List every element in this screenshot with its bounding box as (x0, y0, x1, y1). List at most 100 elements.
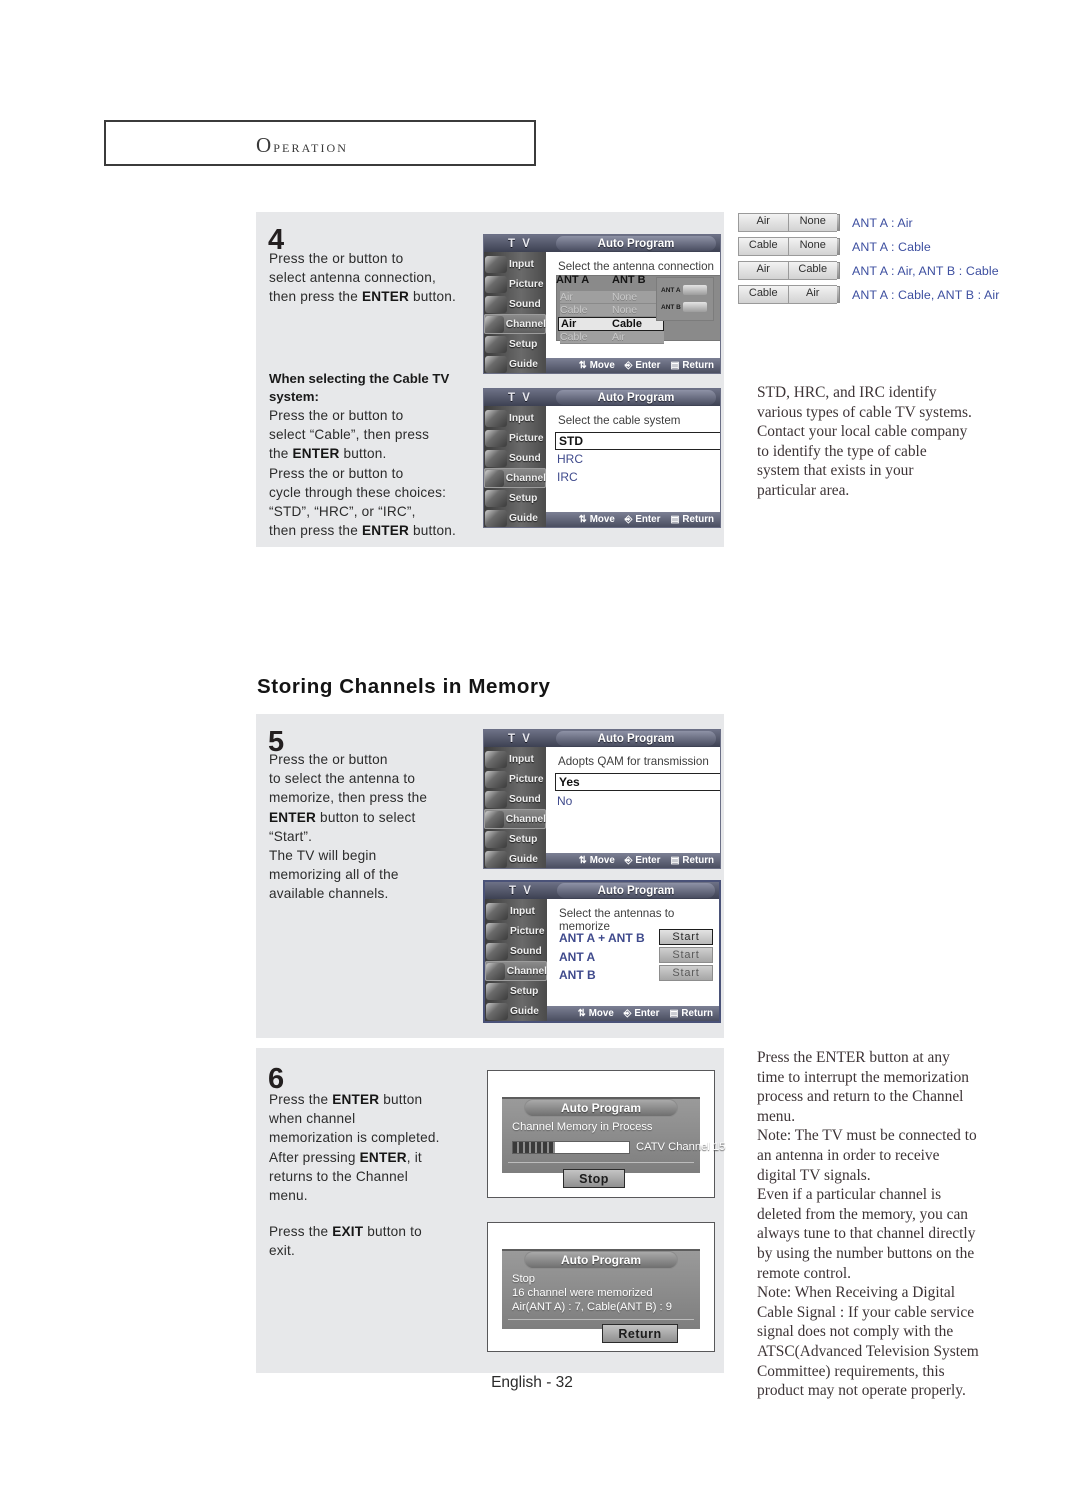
osd-menu-item-input[interactable]: Input (484, 254, 546, 274)
osd-menu-item-setup[interactable]: Setup (485, 981, 547, 1001)
picture-icon (485, 770, 507, 788)
antenna-option-row[interactable]: Cable Air (560, 331, 664, 344)
enter-key-icon: ⎆ (624, 360, 633, 371)
osd-menu-item-sound[interactable]: Sound (484, 448, 546, 468)
step-6-line-7c: button to (363, 1224, 422, 1239)
step-4-line-3a: then press the (269, 289, 362, 305)
step-4-cable-line-3c: button. (339, 446, 387, 462)
cable-option-std[interactable]: STD (555, 432, 720, 450)
row-ant-a-value: Cable (560, 331, 588, 343)
osd-content: Select the cable system STD HRC IRC ⇅ Mov… (546, 406, 720, 527)
stop-button[interactable]: Stop (563, 1169, 625, 1188)
osd-menu-item-channel[interactable]: Channel (485, 961, 547, 981)
chip-edge (837, 286, 840, 303)
osd-menu-item-picture[interactable]: Picture (484, 769, 546, 789)
osd-menu-item-setup[interactable]: Setup (484, 334, 546, 354)
osd-antenna-connection: T V Auto Program Input Picture Sound Cha… (483, 234, 721, 374)
osd-menu-item-picture[interactable]: Picture (485, 921, 547, 941)
osd-menu-label: Setup (510, 985, 539, 997)
enter-key-icon: ⎆ (624, 514, 633, 525)
step-4-subheading-line-2: system: (269, 389, 319, 404)
cable-option-irc[interactable]: IRC (557, 470, 578, 484)
thumb-label-ant-b: ANT B (661, 304, 681, 311)
step-4-line-1: Press the or button to (269, 251, 404, 266)
chip-edge (837, 262, 840, 279)
channel-icon (485, 810, 504, 828)
chip-ant-a: Air (739, 214, 789, 231)
antenna-option-row[interactable]: Cable None (560, 304, 664, 317)
dialog-progress-channel: CATV Channel 15 (636, 1141, 726, 1153)
chip-ant-a: Cable (739, 238, 789, 255)
step-6-line-2: when channel (269, 1111, 356, 1127)
input-icon (485, 255, 507, 273)
menu-key-icon: ▤ (670, 360, 680, 371)
dialog-divider (508, 1162, 694, 1163)
osd-footer: ⇅ Move ⎆ Enter ▤ Return (546, 358, 720, 373)
step-5-line-7: memorizing all of the (269, 867, 399, 883)
dialog-complete-line-1: Stop (512, 1273, 536, 1285)
osd-menu-item-guide[interactable]: Guide (484, 849, 546, 868)
osd-menu-item-input[interactable]: Input (485, 901, 547, 921)
step-4-subheading: When selecting the Cable TV system: (269, 370, 469, 406)
qam-option-yes[interactable]: Yes (555, 773, 720, 791)
step-6-text: Press the ENTER button when channel memo… (269, 1090, 474, 1205)
osd-menu-label: Sound (509, 452, 541, 464)
dialog-complete-frame: Auto Program Stop 16 channel were memori… (487, 1222, 715, 1352)
osd-menu-item-channel[interactable]: Channel (484, 468, 546, 488)
osd-menu-item-guide[interactable]: Guide (485, 1001, 547, 1021)
step-5-line-4b: button to select (316, 809, 416, 825)
column-header-ant-a: ANT A (556, 274, 590, 286)
antenna-chip: Cable None (738, 237, 837, 256)
osd-menu-item-sound[interactable]: Sound (484, 789, 546, 809)
osd-menu-item-channel[interactable]: Channel (484, 314, 546, 334)
sound-icon (485, 790, 507, 808)
sound-icon (485, 449, 507, 467)
step-4-cable-line-4: Press the or button to (269, 465, 404, 481)
chip-ant-b: None (799, 215, 826, 227)
osd-menu-label: Guide (510, 1005, 539, 1017)
note-antenna-required: Note: The TV must be connected to an ant… (757, 1127, 977, 1184)
osd-menu-item-channel[interactable]: Channel (484, 809, 546, 829)
row-ant-b-value: Air (612, 331, 625, 343)
osd-menu-item-sound[interactable]: Sound (485, 941, 547, 961)
chip-ant-b: Air (806, 287, 820, 299)
osd-tv-label: T V (508, 237, 532, 250)
osd-footer: ⇅ Move ⎆ Enter ▤ Return (547, 1006, 719, 1021)
qam-option-no[interactable]: No (557, 794, 572, 808)
osd-menu-item-setup[interactable]: Setup (484, 829, 546, 849)
osd-menu-label: Setup (509, 492, 538, 504)
antenna-option-row[interactable]: Air None (560, 291, 664, 304)
step-5-line-2: to select the antenna to (269, 771, 416, 787)
start-button-ant-b[interactable]: Start (659, 965, 713, 981)
row-ant-a-value: Air (560, 291, 573, 303)
step-4-cable-line-3a: the (269, 446, 293, 462)
antenna-option-row-selected[interactable]: Air Cable (558, 317, 664, 331)
osd-menu-item-picture[interactable]: Picture (484, 428, 546, 448)
osd-menu-item-sound[interactable]: Sound (484, 294, 546, 314)
start-button-ant-a[interactable]: Start (659, 947, 713, 963)
osd-prompt: Select the antenna connection (558, 260, 714, 273)
updown-arrow-icon: ⇅ (578, 514, 587, 525)
osd-menu-item-input[interactable]: Input (484, 408, 546, 428)
osd-menu-item-picture[interactable]: Picture (484, 274, 546, 294)
osd-menu-item-guide[interactable]: Guide (484, 508, 546, 527)
footer-enter: ⎆ Enter (623, 1008, 660, 1019)
memorize-label-ant-b: ANT B (559, 968, 596, 982)
menu-key-icon: ▤ (669, 1008, 679, 1019)
cable-option-hrc[interactable]: HRC (557, 452, 583, 466)
start-button-ant-a-plus-b[interactable]: Start (659, 929, 713, 945)
thumb-label-ant-a: ANT A (661, 287, 681, 294)
osd-menu-item-guide[interactable]: Guide (484, 354, 546, 373)
osd-menu-sidebar: Input Picture Sound Channel Setup Guide (484, 252, 546, 373)
osd-menu-item-input[interactable]: Input (484, 749, 546, 769)
step-6-line-6: menu. (269, 1188, 308, 1204)
dialog-divider (508, 1319, 694, 1320)
guide-icon (485, 850, 507, 868)
osd-menu-label: Channel (505, 318, 546, 330)
return-button[interactable]: Return (602, 1324, 678, 1343)
footer-move: ⇅ Move (578, 514, 615, 525)
osd-menu-item-setup[interactable]: Setup (484, 488, 546, 508)
chip-edge (837, 214, 840, 231)
antenna-combination-label: ANT A : Cable, ANT B : Air (852, 287, 1000, 302)
channel-icon (485, 315, 504, 333)
